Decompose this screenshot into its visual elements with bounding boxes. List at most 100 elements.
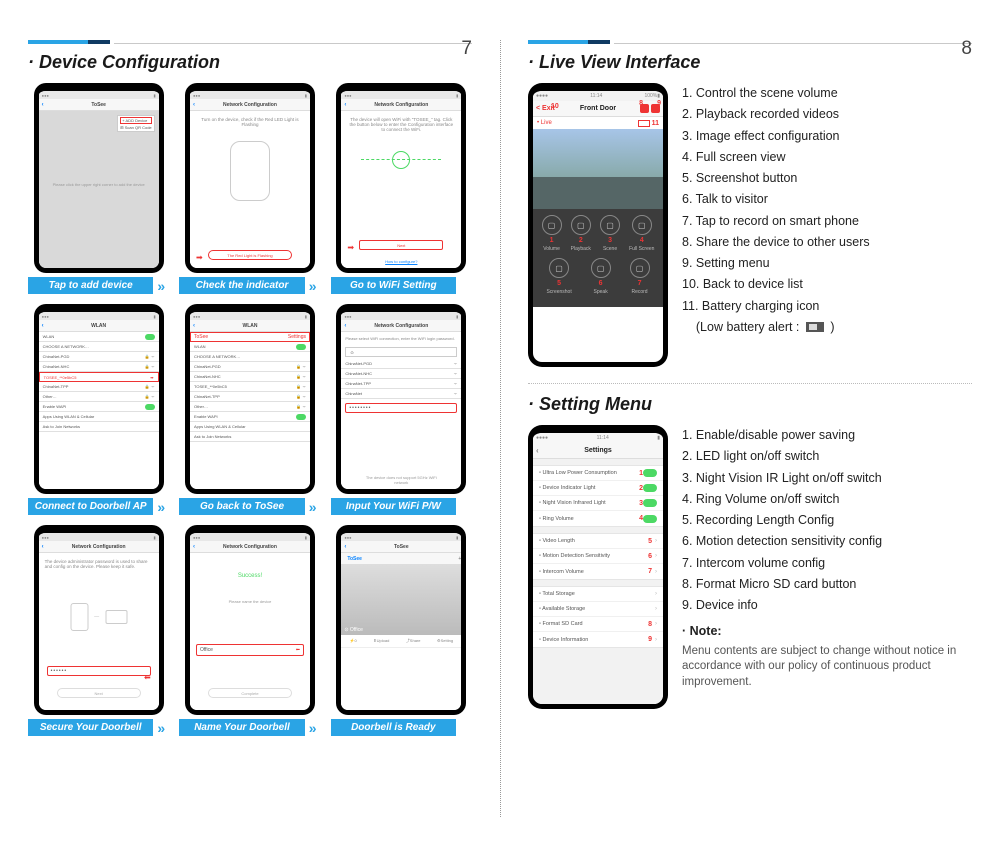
live-sub-bar: • Live 11 bbox=[533, 117, 663, 129]
phone-mock: ●●●▮‹ToSee+ ADD Device⊞ Scan QR CodePlea… bbox=[34, 83, 164, 273]
legend-item: 4. Full screen view bbox=[682, 147, 972, 167]
caption-label: Go back to ToSee bbox=[179, 498, 304, 515]
toggle-switch[interactable] bbox=[643, 515, 657, 523]
control-screenshot[interactable]: ▢5Screenshot bbox=[546, 258, 571, 295]
toggle-switch[interactable] bbox=[643, 469, 657, 477]
section-title-setting-menu: Setting Menu bbox=[528, 394, 972, 415]
legend-item: 9. Setting menu bbox=[682, 253, 972, 273]
page-left: 7 Device Configuration ●●●▮‹ToSee+ ADD D… bbox=[0, 0, 500, 857]
step-caption: Name Your Doorbell» bbox=[179, 719, 320, 736]
live-view-phone: ●●●●11:14100%▮ < Exit 10 Front Door 8 9 … bbox=[528, 83, 668, 367]
phone-mock: ●●●▮‹ToSeeToSee+⊙ Office⚡0⬆Upload⤴Share⚙… bbox=[336, 525, 466, 715]
setting-row[interactable]: ▫ Intercom Volume7› bbox=[533, 564, 663, 579]
accent-sub bbox=[588, 40, 610, 44]
topbar-left bbox=[28, 40, 472, 44]
step-6: ●●●▮‹Network ConfigurationPlease select … bbox=[331, 304, 472, 515]
chevron-right-icon: » bbox=[153, 720, 169, 736]
control-playback[interactable]: ▢2Playback bbox=[571, 215, 591, 252]
chevron-right-icon: » bbox=[153, 278, 169, 294]
accent-bar bbox=[528, 40, 588, 44]
page-right: 8 Live View Interface ●●●●11:14100%▮ < E… bbox=[500, 0, 1000, 857]
caption-label: Name Your Doorbell bbox=[179, 719, 304, 736]
step-caption: Input Your WiFi P/W bbox=[331, 498, 472, 515]
legend-item: 7. Intercom volume config bbox=[682, 553, 972, 573]
setting-row[interactable]: ▫ Video Length5› bbox=[533, 534, 663, 549]
step-caption: Connect to Doorbell AP» bbox=[28, 498, 169, 515]
step-caption: Check the indicator» bbox=[179, 277, 320, 294]
section-title-live-view: Live View Interface bbox=[528, 52, 972, 73]
legend-item: 1. Control the scene volume bbox=[682, 83, 972, 103]
phone-mock: ●●●▮‹Network ConfigurationThe device wil… bbox=[336, 83, 466, 273]
caption-label: Doorbell is Ready bbox=[331, 719, 456, 736]
live-view-row: ●●●●11:14100%▮ < Exit 10 Front Door 8 9 … bbox=[528, 83, 972, 367]
legend-item: 8. Share the device to other users bbox=[682, 232, 972, 252]
live-view-header: < Exit 10 Front Door 8 9 bbox=[533, 101, 663, 117]
battery-low-icon bbox=[806, 322, 824, 332]
step-7: ●●●▮‹Network ConfigurationThe device adm… bbox=[28, 525, 169, 736]
legend-item: 2. LED light on/off switch bbox=[682, 446, 972, 466]
accent-sub bbox=[88, 40, 110, 44]
legend-item: 9. Device info bbox=[682, 595, 972, 615]
phone-mock: ●●●▮‹WLANWLANCHOOSE A NETWORK…ChinaNet-P… bbox=[34, 304, 164, 494]
phone-status-bar: ●●●●11:14▮ bbox=[533, 433, 663, 443]
note-text: Menu contents are subject to change with… bbox=[682, 644, 972, 691]
setting-row[interactable]: ▫ Night Vision Infrared Light3 bbox=[533, 496, 663, 511]
step-caption: Tap to add device» bbox=[28, 277, 169, 294]
spread: 7 Device Configuration ●●●▮‹ToSee+ ADD D… bbox=[0, 0, 1000, 857]
settings-legend: 1. Enable/disable power saving2. LED lig… bbox=[682, 425, 972, 709]
steps-grid: ●●●▮‹ToSee+ ADD Device⊞ Scan QR CodePlea… bbox=[28, 83, 472, 736]
step-2: ●●●▮‹Network ConfigurationTurn on the de… bbox=[179, 83, 320, 294]
chevron-right-icon: » bbox=[305, 720, 321, 736]
control-panel: ▢1Volume ▢2Playback ▢3Scene ▢4Full Screen ▢… bbox=[533, 209, 663, 307]
step-caption: Secure Your Doorbell» bbox=[28, 719, 169, 736]
control-scene[interactable]: ▢3Scene bbox=[600, 215, 620, 252]
step-8: ●●●▮‹Network ConfigurationSuccess!Please… bbox=[179, 525, 320, 736]
settings-phone: ●●●●11:14▮ ‹ Settings ▫ Ultra Low Power … bbox=[528, 425, 668, 709]
phone-mock: ●●●▮‹WLANToSeeSettingsWLANCHOOSE A NETWO… bbox=[185, 304, 315, 494]
step-4: ●●●▮‹WLANWLANCHOOSE A NETWORK…ChinaNet-P… bbox=[28, 304, 169, 515]
legend-item: 6. Motion detection sensitivity config bbox=[682, 531, 972, 551]
caption-label: Tap to add device bbox=[28, 277, 153, 294]
legend-item: 7. Tap to record on smart phone bbox=[682, 211, 972, 231]
step-caption: Go to WiFi Setting bbox=[331, 277, 472, 294]
step-1: ●●●▮‹ToSee+ ADD Device⊞ Scan QR CodePlea… bbox=[28, 83, 169, 294]
legend-item: 6. Talk to visitor bbox=[682, 189, 972, 209]
toggle-switch[interactable] bbox=[643, 484, 657, 492]
legend-item: 5. Recording Length Config bbox=[682, 510, 972, 530]
caption-label: Go to WiFi Setting bbox=[331, 277, 456, 294]
control-volume[interactable]: ▢1Volume bbox=[542, 215, 562, 252]
page-number-right: 8 bbox=[961, 38, 972, 60]
toggle-switch[interactable] bbox=[643, 499, 657, 507]
setting-row[interactable]: ▫ Format SD Card8› bbox=[533, 617, 663, 632]
chevron-right-icon: » bbox=[305, 278, 321, 294]
low-battery-note: (Low battery alert : ) bbox=[682, 317, 972, 337]
phone-mock: ●●●▮‹Network ConfigurationThe device adm… bbox=[34, 525, 164, 715]
setting-row[interactable]: ▫ Motion Detection Sensitivity6› bbox=[533, 549, 663, 564]
phone-status-bar: ●●●●11:14100%▮ bbox=[533, 91, 663, 101]
settings-row: ●●●●11:14▮ ‹ Settings ▫ Ultra Low Power … bbox=[528, 425, 972, 709]
back-icon[interactable]: ‹ bbox=[536, 446, 539, 455]
control-speak[interactable]: ▢6Speak bbox=[591, 258, 611, 295]
setting-row[interactable]: ▫ Device Information9› bbox=[533, 632, 663, 647]
section-divider bbox=[528, 383, 972, 384]
setting-row[interactable]: ▫ Ring Volume4 bbox=[533, 511, 663, 526]
video-preview[interactable] bbox=[533, 129, 663, 209]
caption-label: Input Your WiFi P/W bbox=[331, 498, 456, 515]
caption-label: Check the indicator bbox=[179, 277, 304, 294]
control-record[interactable]: ▢7Record bbox=[630, 258, 650, 295]
caption-label: Secure Your Doorbell bbox=[28, 719, 153, 736]
setting-row[interactable]: ▫ Ultra Low Power Consumption1 bbox=[533, 466, 663, 481]
settings-body: ▫ Ultra Low Power Consumption1▫ Device I… bbox=[533, 459, 663, 704]
setting-row[interactable]: ▫ Device Indicator Light2 bbox=[533, 481, 663, 496]
legend-item: 1. Enable/disable power saving bbox=[682, 425, 972, 445]
legend-item: 3. Night Vision IR Light on/off switch bbox=[682, 468, 972, 488]
note-heading: Note: bbox=[682, 621, 972, 641]
legend-item: 2. Playback recorded videos bbox=[682, 104, 972, 124]
setting-row[interactable]: ▫ Available Storage› bbox=[533, 602, 663, 617]
legend-item: 3. Image effect configuration bbox=[682, 126, 972, 146]
topbar-right bbox=[528, 40, 972, 44]
setting-row[interactable]: ▫ Total Storage› bbox=[533, 587, 663, 602]
step-3: ●●●▮‹Network ConfigurationThe device wil… bbox=[331, 83, 472, 294]
battery-icon bbox=[638, 120, 650, 127]
control-full screen[interactable]: ▢4Full Screen bbox=[629, 215, 654, 252]
